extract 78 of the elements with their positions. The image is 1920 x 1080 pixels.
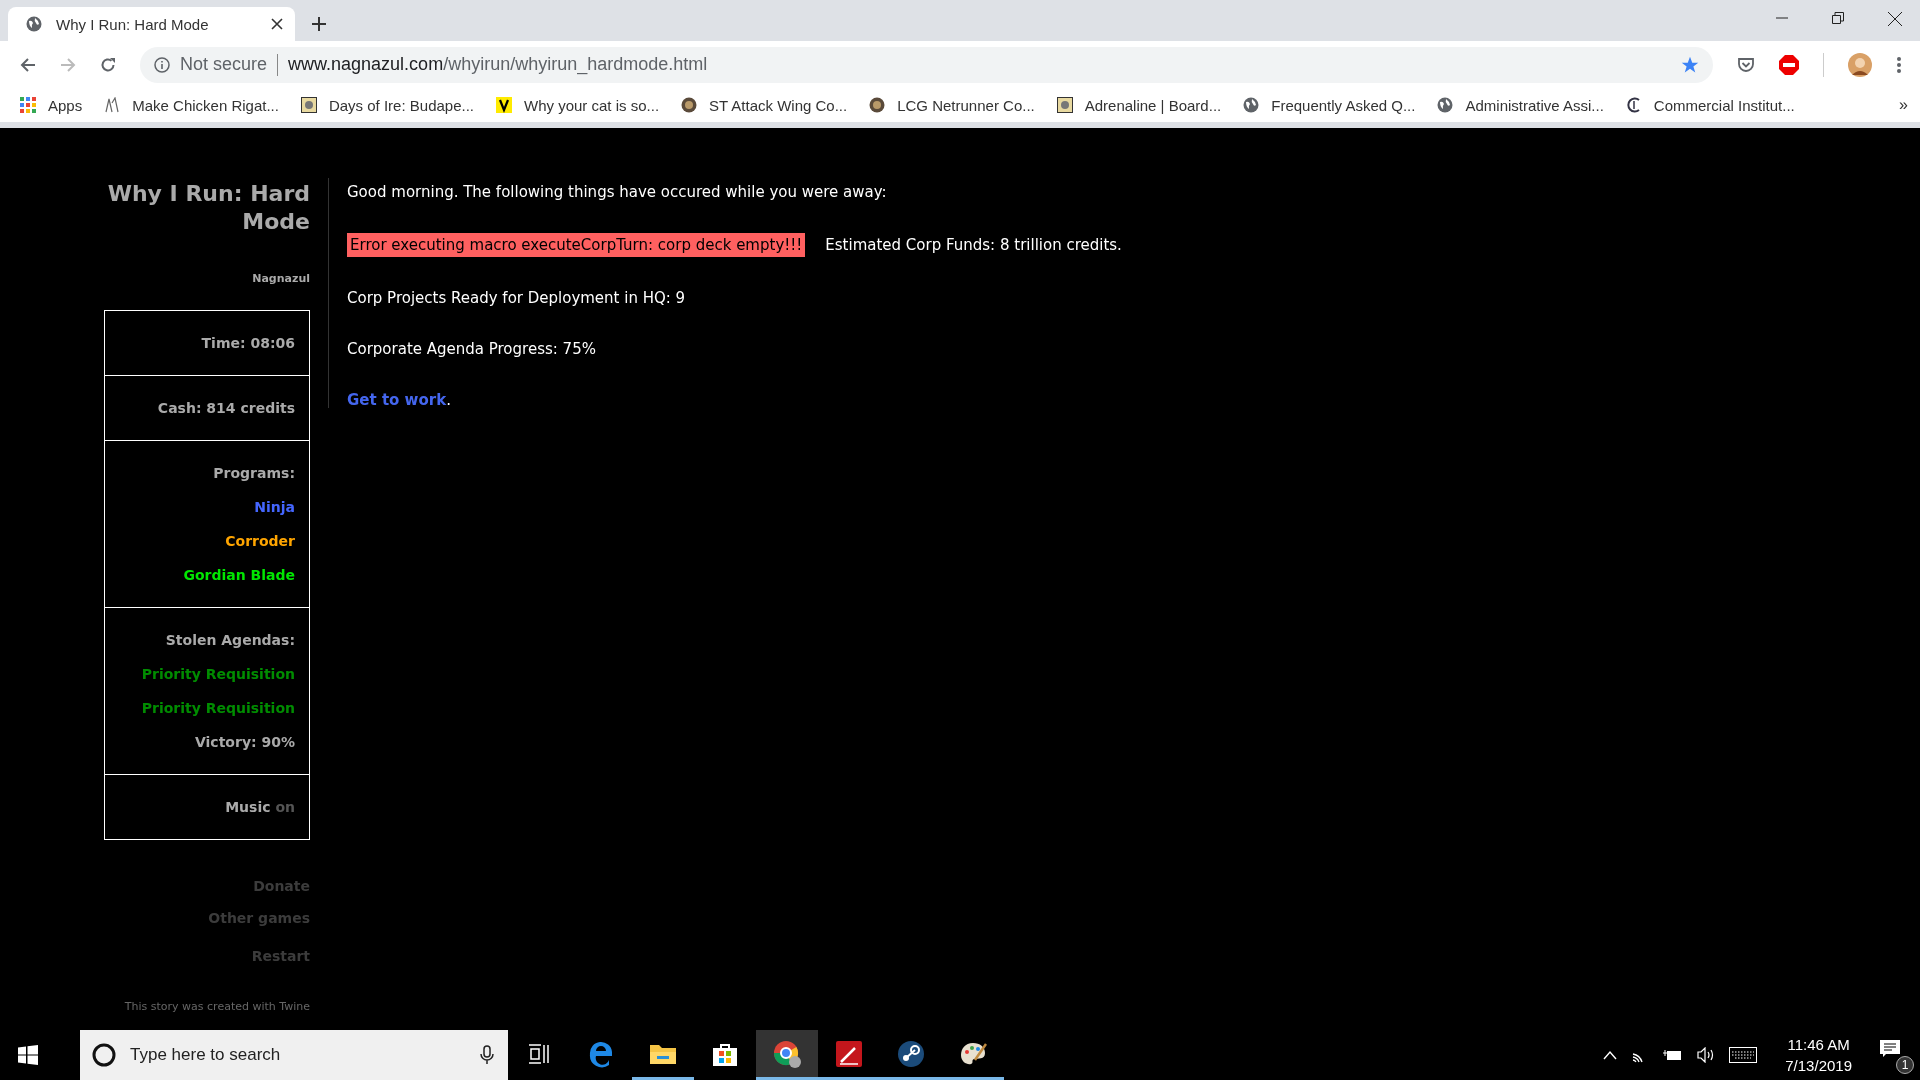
pocket-icon[interactable] [1737,55,1755,74]
restore-icon[interactable] [1832,12,1844,24]
new-tab-icon[interactable] [311,16,327,32]
search-field[interactable]: Type here to search [128,1044,468,1066]
taskbar-search-box[interactable]: Type here to search [80,1030,508,1080]
edge-icon [587,1039,615,1068]
bookmark[interactable]: Frequently Asked Q... [1243,96,1416,114]
programs-heading: Programs: [213,465,295,481]
agendas-heading: Stolen Agendas: [165,632,295,648]
bookmark[interactable]: Make Chicken Rigat... [104,96,279,114]
agenda-name: Priority Requisition [141,700,295,716]
close-icon[interactable] [271,18,283,30]
coin-icon [869,97,886,113]
url-text: www.nagnazul.com/whyirun/whyirun_hardmode.html [288,54,708,75]
speaker-icon[interactable] [1697,1047,1716,1063]
globe-icon [26,16,42,32]
steam-icon [897,1039,925,1068]
bookmark[interactable]: Administrative Assi... [1437,96,1604,114]
back-icon[interactable] [20,56,36,73]
error-message: Error executing macro executeCorpTurn: corp deck empty!!! [347,233,806,257]
avatar-icon[interactable] [1848,52,1872,77]
bookmark[interactable]: Why your cat is so... [496,96,660,114]
more-bookmarks[interactable]: » [1899,96,1908,114]
chevron-up-icon[interactable] [1603,1050,1618,1060]
story-title: Why I Run: Hard Mode [106,180,310,236]
notification-icon[interactable] [1880,1040,1900,1058]
author-name: Nagnazul [252,272,310,285]
projects-text: Corp Projects Ready for Deployment in HQ: 9 [347,288,687,308]
close-icon[interactable] [1888,12,1902,26]
bookmark[interactable]: ST Attack Wing Co... [681,96,848,114]
time-label: Time: 08:06 [201,335,295,351]
victory-label: Victory: 90% [195,734,295,750]
period-text: . [446,391,451,409]
globe-icon [1243,97,1260,113]
microphone-icon[interactable] [480,1045,494,1065]
reload-icon[interactable] [100,56,116,73]
greeting-text: Good morning. The following things have occured while you were away: [347,182,888,202]
bookmark[interactable]: Days of Ire: Budape... [300,96,474,114]
coin-icon [681,97,698,113]
bookmark[interactable]: Adrenaline | Board... [1056,96,1222,114]
clock-date[interactable]: 7/13/2019 [1785,1055,1852,1076]
bookmark[interactable]: LCG Netrunner Co... [869,96,1035,114]
security-label: Not secure [180,54,268,75]
bookmark[interactable]: Commercial Institut... [1625,96,1795,114]
funds-text: Estimated Corp Funds: 8 trillion credits. [825,235,1122,255]
cash-label: Cash: 814 credits [157,400,295,416]
cartoon-tile-icon [1056,97,1073,113]
sketch-icon [104,97,121,113]
menu-icon[interactable] [1896,55,1902,74]
pdf-document-icon [835,1039,863,1068]
star-icon[interactable] [1681,55,1699,74]
bookmark[interactable]: Apps [20,96,83,114]
letter-v-icon [496,97,512,113]
keyboard-icon[interactable] [1729,1047,1758,1063]
cortana-icon [92,1043,116,1067]
address-bar[interactable]: Not secure www.nagnazul.com/whyirun/whyirun_hardmode.html [140,46,1713,83]
battery-icon[interactable] [1663,1048,1684,1062]
clock-time[interactable]: 11:46 AM [1787,1034,1850,1055]
get-to-work-link[interactable]: Get to work [347,391,447,409]
chrome-icon [772,1038,802,1069]
windows-start-icon[interactable] [18,1045,38,1065]
globe-icon [1437,97,1454,113]
program-name: Ninja [254,499,295,515]
notification-count: 1 [1896,1056,1914,1074]
taskbar-app[interactable] [756,1030,818,1080]
browser-tab[interactable]: Why I Run: Hard Mode [8,7,295,41]
info-icon [154,56,170,73]
task-view-icon [528,1043,550,1064]
progress-text: Corporate Agenda Progress: 75% [347,339,597,359]
apps-grid-icon [20,97,36,113]
adblock-icon[interactable] [1779,54,1799,75]
program-name: Corroder [225,533,295,549]
program-name: Gordian Blade [183,567,295,583]
music-label: Music [225,799,271,815]
agenda-name: Priority Requisition [141,666,295,682]
crest-icon [1625,97,1642,113]
cartoon-tile-icon [300,97,317,113]
credit-text: This story was created with Twine [124,1000,310,1013]
